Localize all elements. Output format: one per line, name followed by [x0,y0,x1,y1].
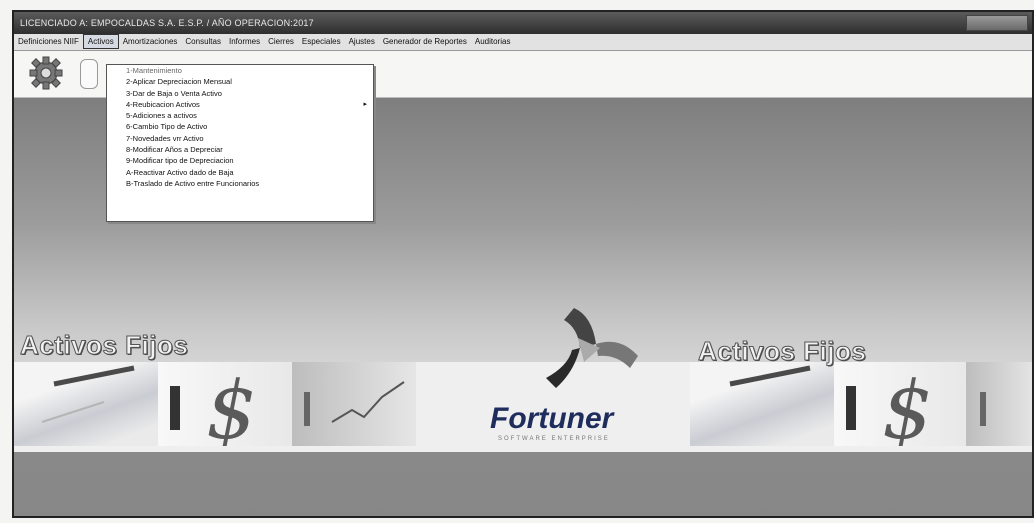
dropdown-item-label: 4-Reubicacion Activos [126,99,200,109]
banner-title-right: Activos Fijos [697,336,867,367]
dropdown-item-label: 1-Mantenimiento [126,66,182,75]
dropdown-item[interactable]: 7-Novedades vrr Activo [107,133,373,144]
dropdown-item[interactable]: 5-Adiciones a activos [107,110,373,121]
svg-text:$: $ [206,364,257,446]
menu-bar: Definiciones NIIF Activos Amortizaciones Co… [14,34,1032,51]
close-button[interactable] [1003,16,1021,30]
dropdown-item[interactable]: 6-Cambio Tipo de Activo [107,121,373,132]
submenu-arrow-icon: ▸ [363,100,367,108]
minimize-button[interactable] [967,16,985,30]
menu-item-auditorias[interactable]: Auditorias [471,34,515,50]
dropdown-item[interactable]: 9-Modificar tipo de Depreciacion [107,155,373,166]
dropdown-item-label: 8-Modificar Años a Depreciar [126,145,223,155]
gear-icon[interactable] [28,55,64,91]
menu-item-informes[interactable]: Informes [225,34,264,50]
dropdown-item[interactable]: 2-Aplicar Depreciacion Mensual [107,76,373,87]
dropdown-item-label: 6-Cambio Tipo de Activo [126,122,208,132]
dropdown-item[interactable]: 8-Modificar Años a Depreciar [107,144,373,155]
banner-photo-pen [14,362,158,446]
menu-item-especiales[interactable]: Especiales [298,34,345,50]
menu-item-ajustes[interactable]: Ajustes [345,34,379,50]
dropdown-item[interactable]: B-Traslado de Activo entre Funcionarios [107,178,373,189]
maximize-button[interactable] [985,16,1003,30]
menu-item-generador-de-reportes[interactable]: Generador de Reportes [379,34,471,50]
banner-photo-dollar-right: $ [834,362,966,446]
dropdown-item[interactable]: 4-Reubicacion Activos ▸ [107,99,373,110]
banner-photo-chart [292,362,416,446]
dropdown-item-label: B-Traslado de Activo entre Funcionarios [126,178,260,188]
banner-photo-dollar: $ [158,362,292,446]
dropdown-item-label: A-Reactivar Activo dado de Baja [126,167,234,177]
dropdown-item-label: 9-Modificar tipo de Depreciacion [126,156,234,166]
dropdown-item-label: 5-Adiciones a activos [126,111,197,121]
menu-item-cierres[interactable]: Cierres [264,34,298,50]
activos-dropdown-menu: 1-Mantenimiento 2-Aplicar Depreciacion Me… [106,64,374,222]
main-window: LICENCIADO A: EMPOCALDAS S.A. E.S.P. / A… [12,10,1034,518]
banner-title-left: Activos Fijos [19,330,189,361]
menu-item-consultas[interactable]: Consultas [181,34,225,50]
dropdown-item[interactable]: A-Reactivar Activo dado de Baja [107,167,373,178]
menu-item-activos[interactable]: Activos [82,34,119,49]
logo-name: Fortuner [490,402,614,435]
title-bar[interactable]: LICENCIADO A: EMPOCALDAS S.A. E.S.P. / A… [14,12,1032,34]
dropdown-item-label: 2-Aplicar Depreciacion Mensual [126,77,232,87]
window-controls[interactable] [966,15,1028,31]
banner-photo-chart-right [966,362,1032,446]
window-title: LICENCIADO A: EMPOCALDAS S.A. E.S.P. / A… [20,18,314,28]
menu-item-definiciones-niif[interactable]: Definiciones NIIF [14,34,83,50]
dropdown-item[interactable]: 1-Mantenimiento [107,65,373,76]
svg-text:$: $ [882,364,933,446]
dropdown-item-label: 3-Dar de Baja o Venta Activo [126,88,222,98]
fortuner-logo-icon [534,298,644,398]
dropdown-item[interactable]: 3-Dar de Baja o Venta Activo [107,88,373,99]
toolbar-button[interactable] [80,59,98,89]
banner-photo-pen-right [690,362,834,446]
logo-tagline: SOFTWARE ENTERPRISE [498,436,610,442]
dropdown-item-label: 7-Novedades vrr Activo [126,133,204,143]
menu-item-amortizaciones[interactable]: Amortizaciones [119,34,182,50]
